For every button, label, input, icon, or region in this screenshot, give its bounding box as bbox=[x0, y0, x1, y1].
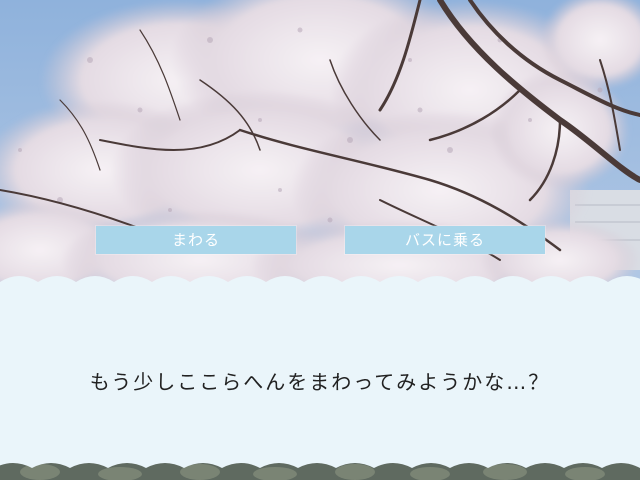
choice-button-take-bus[interactable]: バスに乗る bbox=[345, 226, 545, 254]
choice-button-walk-around[interactable]: まわる bbox=[96, 226, 296, 254]
message-text: もう少しここらへんをまわってみようかな…？ bbox=[89, 370, 551, 394]
